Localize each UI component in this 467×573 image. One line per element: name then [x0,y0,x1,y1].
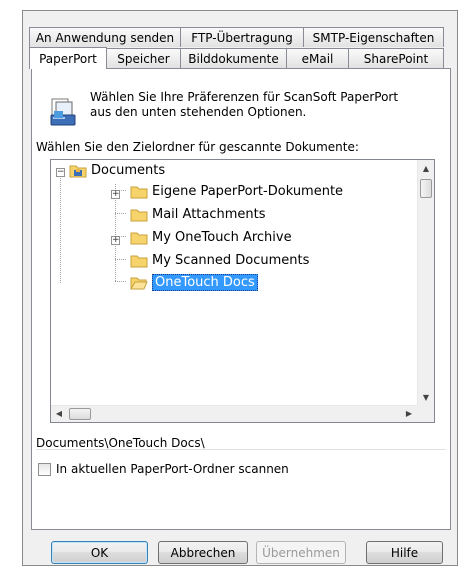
vertical-scroll-thumb[interactable] [420,179,432,198]
scrollbar-corner [417,405,434,422]
expand-my-onetouch-archive-toggle[interactable]: + [111,236,120,245]
description-line-1: Wählen Sie Ihre Präferenzen für ScanSoft… [90,90,399,104]
folder-icon [130,255,148,267]
scroll-up-arrow-icon[interactable]: ▲ [418,160,434,177]
tree-node-mail-attachments[interactable]: Mail Attachments [130,204,266,224]
tab-sharepoint[interactable]: SharePoint [348,48,444,68]
apply-button[interactable]: Übernehmen [256,541,346,564]
tree-connector [119,236,126,237]
folder-icon [130,209,148,221]
tree-node-my-scanned-documents[interactable]: My Scanned Documents [130,250,309,270]
tab-row-front: PaperPort Speicher Bilddokumente eMail S… [29,47,444,69]
cancel-button[interactable]: Abbrechen [158,541,248,564]
tree-node-eigene-paperport-dokumente[interactable]: Eigene PaperPort-Dokumente [130,181,343,201]
tree-vertical-scrollbar[interactable]: ▲ ▼ [417,160,434,406]
divider [36,449,446,450]
folder-tree[interactable]: − Documents + Eigene PaperPort-Dokumente… [50,159,435,423]
tree-connector [115,281,126,282]
paperport-scanner-icon [50,98,76,126]
help-button[interactable]: Hilfe [366,541,443,564]
tab-smtp-eigenschaften[interactable]: SMTP-Eigenschaften [303,27,444,47]
paperport-properties-dialog: An Anwendung senden FTP-Übertragung SMTP… [22,10,458,566]
open-folder-icon [130,277,148,289]
ok-button[interactable]: OK [51,541,148,564]
tab-speicher[interactable]: Speicher [106,48,181,68]
target-folder-label: Wählen Sie den Zielordner für gescannte … [36,140,359,154]
tree-node-documents[interactable]: Documents [69,160,165,180]
tree-connector [115,213,126,214]
description-text: Wählen Sie Ihre Präferenzen für ScanSoft… [90,90,440,120]
tree-node-label-selected: OneTouch Docs [152,273,258,291]
horizontal-scroll-thumb[interactable] [69,408,91,420]
scan-to-current-folder-checkbox[interactable] [38,463,51,476]
scroll-down-arrow-icon[interactable]: ▼ [418,389,434,406]
tree-node-label: Documents [91,162,166,178]
tree-node-onetouch-docs[interactable]: OneTouch Docs [130,272,258,292]
scroll-right-arrow-icon[interactable]: ▶ [401,406,417,422]
paperport-tab-panel: Wählen Sie Ihre Präferenzen für ScanSoft… [31,68,451,530]
tab-row-back: An Anwendung senden FTP-Übertragung SMTP… [29,27,444,47]
tree-connector [115,259,126,260]
tree-node-label: Mail Attachments [152,206,266,222]
folder-icon [130,186,148,198]
scan-to-current-folder-label[interactable]: In aktuellen PaperPort-Ordner scannen [56,462,289,476]
scroll-left-arrow-icon[interactable]: ◀ [51,406,67,422]
selected-path-text: Documents\OneTouch Docs\ [36,436,205,450]
tree-horizontal-scrollbar[interactable]: ◀ ▶ [51,405,417,422]
documents-folder-icon [69,165,87,177]
tab-paperport[interactable]: PaperPort [29,47,107,69]
tab-email[interactable]: eMail [286,48,349,68]
collapse-documents-toggle[interactable]: − [56,168,65,177]
tree-node-my-onetouch-archive[interactable]: My OneTouch Archive [130,227,292,247]
tree-node-label: My Scanned Documents [152,252,310,268]
expand-eigene-paperport-toggle[interactable]: + [111,190,120,199]
tree-node-label: Eigene PaperPort-Dokumente [152,183,344,199]
tab-ftp-uebertragung[interactable]: FTP-Übertragung [180,27,304,47]
tree-connector [60,173,61,283]
tree-node-label: My OneTouch Archive [152,229,292,245]
tab-bilddokumente[interactable]: Bilddokumente [180,48,287,68]
tree-connector [119,190,126,191]
tab-an-anwendung-senden[interactable]: An Anwendung senden [29,27,181,47]
folder-icon [130,232,148,244]
description-line-2: aus den unten stehenden Optionen. [90,105,307,119]
